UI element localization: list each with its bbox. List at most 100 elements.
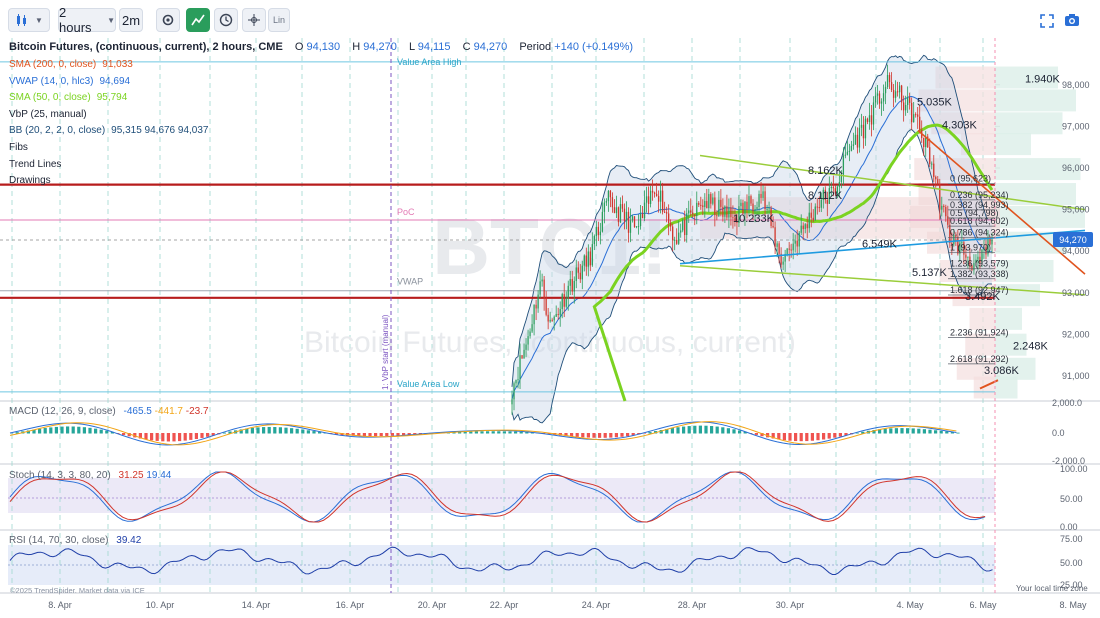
legend-value: 94,694 — [99, 75, 131, 87]
macd-hist-bar — [368, 433, 372, 437]
linear-scale-button[interactable]: Lin — [268, 8, 290, 32]
refresh-interval-button[interactable]: 2m — [119, 8, 143, 32]
candle-body — [585, 255, 587, 267]
stoch-tick: 100.00 — [1060, 464, 1088, 474]
macd-hist-bar — [754, 433, 758, 435]
macd-hist-bar — [934, 430, 938, 434]
candle-body — [878, 93, 881, 104]
candle-body — [579, 272, 581, 280]
volume-label: 4.303K — [942, 119, 978, 131]
candle-body — [623, 208, 626, 222]
candle-body — [740, 202, 742, 207]
macd-hist-bar — [710, 426, 714, 434]
candle-body — [674, 239, 676, 241]
candle-body — [722, 206, 724, 217]
candle-body — [967, 256, 969, 258]
candle-body — [756, 207, 758, 210]
macd-hist-bar — [822, 433, 826, 440]
fib-label: 0 (95,623) — [950, 174, 991, 184]
legend-item[interactable]: SMA (200, 0, close) 91,033 — [9, 59, 133, 70]
macd-hist-bar — [166, 433, 170, 442]
volume-label: 5.137K — [912, 267, 948, 279]
macd-value: -465.5 — [123, 406, 152, 417]
candle-body — [915, 114, 917, 116]
legend-item[interactable]: VWAP (14, 0, hlc3) 94,694 — [9, 76, 130, 87]
candle-body — [653, 192, 656, 194]
fib-label: 1 (93,970) — [950, 242, 991, 252]
macd-hist-bar — [726, 428, 730, 434]
candle-body — [810, 212, 812, 218]
settings-button[interactable] — [156, 8, 180, 32]
rsi-value: 39.42 — [116, 535, 142, 546]
candle-body — [844, 154, 847, 156]
fullscreen-button[interactable] — [1040, 14, 1054, 33]
chart-title-line: Bitcoin Futures, (continuous, current), … — [9, 41, 633, 53]
toolbar: ▼ 2 hours ▼ 2m Lin — [0, 0, 1100, 38]
macd-hist-bar — [883, 428, 887, 434]
macd-hist-bar — [82, 427, 86, 434]
candle-body — [700, 204, 702, 206]
legend-item[interactable]: BB (20, 2, 2, 0, close) 95,315 94,676 94,… — [9, 125, 209, 136]
macd-hist-bar — [508, 431, 512, 434]
candle-body — [583, 255, 585, 266]
candle-body — [888, 75, 891, 83]
period-value: +140 (+0.149%) — [554, 41, 634, 53]
open-value: 94,130 — [306, 41, 341, 53]
stoch-params: Stoch (14, 3, 3, 80, 20) — [9, 470, 111, 481]
legend-item[interactable]: Fibs — [9, 142, 28, 153]
macd-hist-bar — [816, 433, 820, 441]
candle-body — [647, 196, 650, 204]
macd-hist-bar — [682, 426, 686, 434]
candle-body — [718, 199, 720, 217]
candle-body — [929, 147, 931, 164]
candle-body — [696, 202, 698, 217]
macd-hist-bar — [838, 433, 842, 437]
legend-item[interactable]: VbP (25, manual) — [9, 109, 87, 120]
candle-body — [655, 193, 658, 197]
candle-body — [535, 304, 537, 309]
candle-body — [533, 304, 535, 325]
candle-body — [919, 116, 921, 130]
snapshot-button[interactable] — [1064, 13, 1080, 32]
macd-hist-bar — [474, 431, 478, 434]
macd-hist-bar — [721, 427, 725, 434]
legend-item[interactable]: Drawings — [9, 175, 51, 186]
legend-item[interactable]: SMA (50, 0, close) 95,794 — [9, 92, 127, 103]
macd-hist-bar — [38, 428, 42, 434]
macd-hist-bar — [917, 428, 921, 434]
candle-body — [848, 150, 851, 152]
candle-body — [690, 210, 692, 213]
candle-body — [609, 190, 612, 198]
macd-hist-bar — [620, 433, 624, 437]
crosshair-button[interactable] — [242, 8, 266, 32]
candle-body — [818, 207, 820, 209]
candle-body — [513, 383, 515, 400]
rsi-tick: 50.00 — [1060, 558, 1083, 568]
macd-hist-bar — [88, 427, 92, 434]
candle-body — [645, 196, 648, 203]
candle-body — [629, 220, 632, 233]
copyright-note: ©2025 TrendSpider. Market data via ICE — [10, 586, 145, 595]
high-value: 94,270 — [363, 41, 397, 53]
candle-body — [876, 93, 879, 96]
gear-icon — [162, 14, 174, 26]
candle-body — [786, 248, 788, 254]
chart-type-button[interactable]: ▼ — [8, 8, 50, 32]
auto-trendlines-button[interactable] — [186, 8, 210, 32]
macd-hist-bar — [267, 426, 271, 434]
camera-icon — [1065, 14, 1079, 26]
candle-body — [627, 211, 630, 233]
candle-body — [868, 115, 871, 122]
candle-body — [597, 226, 600, 236]
volume-label: 6.549K — [862, 239, 898, 251]
time-button[interactable] — [214, 8, 238, 32]
candle-body — [900, 85, 903, 103]
x-tick-label: 8. May — [1059, 600, 1087, 610]
candle-body — [796, 240, 798, 247]
candle-body — [800, 225, 802, 233]
macd-hist-bar — [911, 428, 915, 434]
timezone-note: Your local time zone — [1016, 584, 1088, 593]
candle-body — [567, 285, 569, 299]
interval-select[interactable]: 2 hours ▼ — [58, 5, 116, 35]
legend-item[interactable]: Trend Lines — [9, 159, 61, 170]
